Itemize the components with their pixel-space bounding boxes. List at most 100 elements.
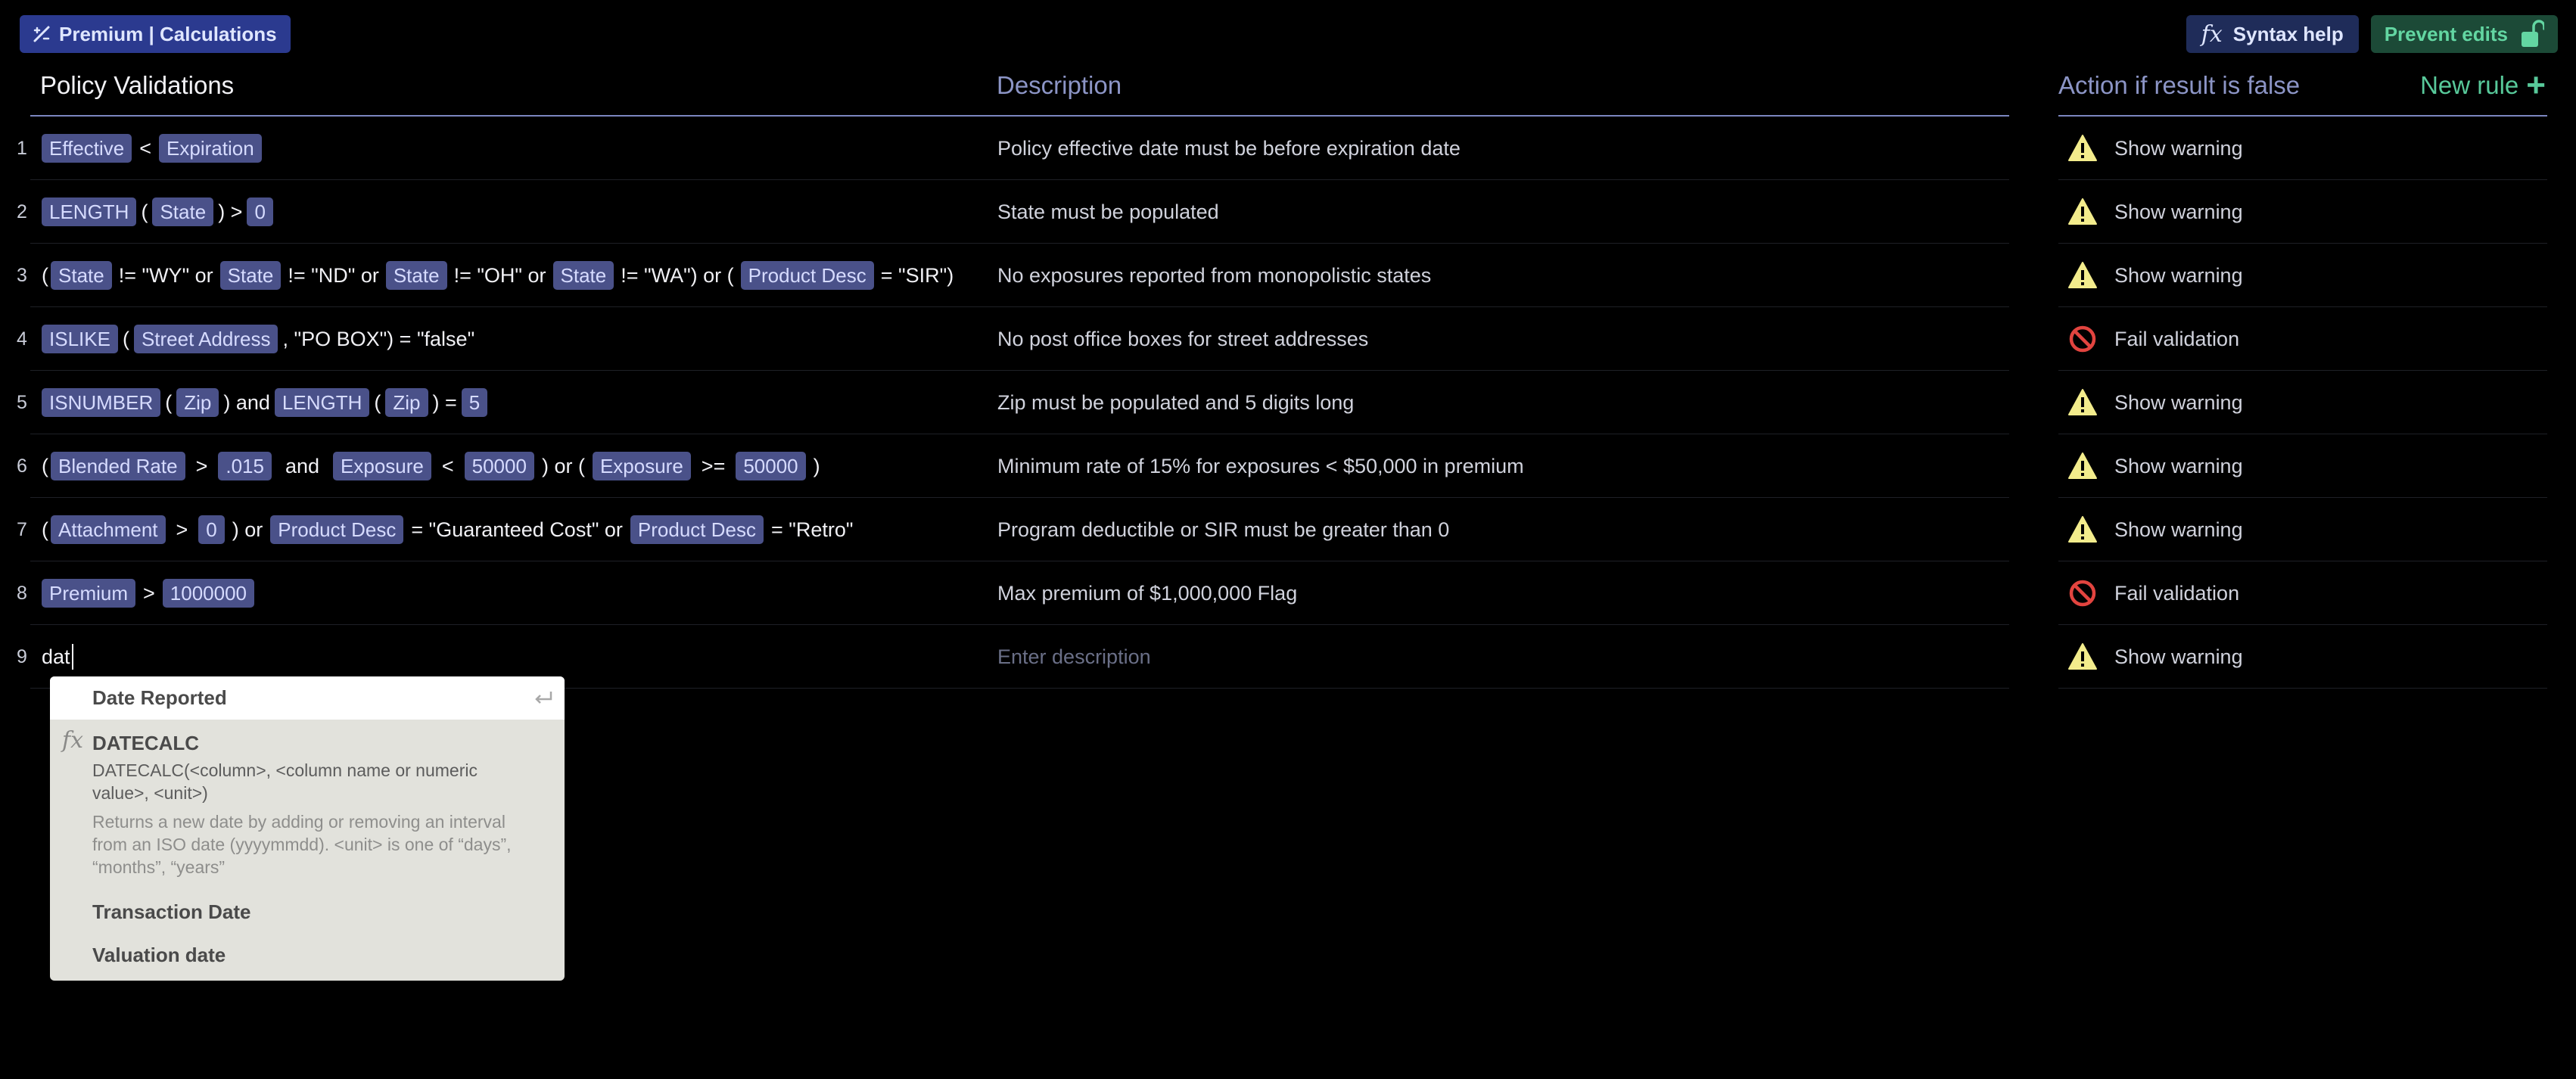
value-token[interactable]: 50000 <box>736 452 806 480</box>
prevent-edits-button[interactable]: Prevent edits <box>2370 15 2558 53</box>
rule-action[interactable]: Show warning <box>2067 117 2243 180</box>
function-icon: fx <box>2201 20 2223 48</box>
value-token[interactable]: 0 <box>198 515 225 544</box>
rule-description[interactable]: Program deductible or SIR must be greate… <box>997 498 1449 561</box>
column-token[interactable]: State <box>51 261 112 290</box>
rule-description[interactable]: No exposures reported from monopolistic … <box>997 244 1431 307</box>
operator-text: != "OH" or <box>453 263 546 287</box>
rule-action[interactable]: Show warning <box>2067 244 2243 307</box>
function-token[interactable]: LENGTH <box>42 197 137 226</box>
rule-description[interactable]: Minimum rate of 15% for exposures < $50,… <box>997 434 1524 498</box>
rule-expression[interactable]: Premium > 1000000 <box>42 561 255 625</box>
rule-expression[interactable]: Effective < Expiration <box>42 117 262 180</box>
operator-text: < <box>139 136 152 160</box>
warning-triangle-icon <box>2068 262 2097 288</box>
function-token[interactable]: ISNUMBER <box>42 388 161 417</box>
rule-expression[interactable]: ISNUMBER ( Zip ) and LENGTH ( Zip ) = 5 <box>42 371 488 434</box>
syntax-help-button[interactable]: fx Syntax help <box>2186 15 2359 53</box>
description-input[interactable]: Enter description <box>997 625 1151 689</box>
rule-action[interactable]: Show warning <box>2067 434 2243 498</box>
column-token[interactable]: Premium <box>42 579 136 608</box>
action-label: Show warning <box>2114 645 2243 668</box>
column-token[interactable]: Product Desc <box>740 261 874 290</box>
row-number: 5 <box>17 392 27 413</box>
rule-action[interactable]: Fail validation <box>2067 307 2239 371</box>
rule-expression[interactable]: ( Attachment > 0 ) or Product Desc = "Gu… <box>42 498 853 561</box>
rule-action[interactable]: Show warning <box>2067 180 2243 244</box>
column-token[interactable]: Exposure <box>592 452 691 480</box>
operator-text: = "Guaranteed Cost" or <box>411 518 623 541</box>
rule-row: 8 Premium > 1000000 Max premium of $1,00… <box>0 561 2576 625</box>
expression-input[interactable]: dat <box>42 644 73 670</box>
operator-text: ( <box>141 200 148 223</box>
operator-text: != "WY" or <box>118 263 213 287</box>
value-token[interactable]: 0 <box>247 197 273 226</box>
rule-action[interactable]: Show warning <box>2067 498 2243 561</box>
new-rule-button[interactable]: New rule + <box>2420 67 2546 104</box>
rule-row: 3 ( State != "WY" or State != "ND" or St… <box>0 244 2576 307</box>
row-number: 7 <box>17 519 27 540</box>
column-token[interactable]: Effective <box>42 134 132 163</box>
warning-triangle-icon <box>2068 452 2097 479</box>
autocomplete-item[interactable]: Transaction Date <box>50 891 565 934</box>
prevent-edits-label: Prevent edits <box>2384 22 2508 45</box>
function-token[interactable]: LENGTH <box>274 388 370 417</box>
column-token[interactable]: Zip <box>385 388 428 417</box>
rule-expression[interactable]: ( Blended Rate > .015 and Exposure < 500… <box>42 434 820 498</box>
rule-description[interactable]: Policy effective date must be before exp… <box>997 117 1461 180</box>
column-token[interactable]: State <box>219 261 282 290</box>
operator-text: ) <box>813 454 820 477</box>
column-token[interactable]: Attachment <box>51 515 166 544</box>
operator-text: ( <box>42 518 48 541</box>
rule-description[interactable]: State must be populated <box>997 180 1219 244</box>
column-token[interactable]: State <box>385 261 447 290</box>
rule-description[interactable]: Zip must be populated and 5 digits long <box>997 371 1354 434</box>
rule-expression[interactable]: ISLIKE ( Street Address , "PO BOX") = "f… <box>42 307 474 371</box>
operator-text: ) or <box>232 518 263 541</box>
row-number: 3 <box>17 265 27 286</box>
warning-triangle-icon <box>2068 389 2097 415</box>
prohibited-icon <box>2069 325 2096 353</box>
action-label: Show warning <box>2114 136 2243 160</box>
column-token[interactable]: Product Desc <box>270 515 404 544</box>
column-token[interactable]: Blended Rate <box>51 452 185 480</box>
description-header: Description <box>997 71 1122 99</box>
rule-expression[interactable]: LENGTH ( State ) > 0 <box>42 180 273 244</box>
operator-text: ( <box>374 390 381 414</box>
value-token[interactable]: .015 <box>218 452 272 480</box>
typed-text: dat <box>42 645 70 668</box>
value-token[interactable]: 1000000 <box>162 579 255 608</box>
rule-description[interactable]: No post office boxes for street addresse… <box>997 307 1368 371</box>
column-token[interactable]: State <box>152 197 214 226</box>
operator-text: ) and <box>223 390 270 414</box>
column-token[interactable]: Exposure <box>333 452 431 480</box>
rule-description[interactable]: Max premium of $1,000,000 Flag <box>997 561 1297 625</box>
operator-text: ( <box>42 454 48 477</box>
autocomplete-item-label: Valuation date <box>92 944 226 966</box>
column-token[interactable]: Zip <box>176 388 219 417</box>
column-token[interactable]: Expiration <box>159 134 262 163</box>
rule-expression[interactable]: ( State != "WY" or State != "ND" or Stat… <box>42 244 954 307</box>
function-description: Returns a new date by adding or removing… <box>92 812 512 877</box>
autocomplete-function-item[interactable]: fx DATECALC DATECALC(<column>, <column n… <box>50 720 565 891</box>
rule-row: 4 ISLIKE ( Street Address , "PO BOX") = … <box>0 307 2576 371</box>
value-token[interactable]: 50000 <box>464 452 534 480</box>
autocomplete-item[interactable]: Date Reported <box>50 676 565 720</box>
rule-row: 6 ( Blended Rate > .015 and Exposure < 5… <box>0 434 2576 498</box>
rule-action[interactable]: Show warning <box>2067 371 2243 434</box>
operator-text: , "PO BOX") = "false" <box>282 327 475 350</box>
warning-triangle-icon <box>2068 516 2097 543</box>
breadcrumb-tag[interactable]: Premium | Calculations <box>20 15 291 53</box>
rule-row: 7 ( Attachment > 0 ) or Product Desc = "… <box>0 498 2576 561</box>
column-token[interactable]: Product Desc <box>630 515 764 544</box>
column-token[interactable]: State <box>552 261 614 290</box>
autocomplete-item[interactable]: Valuation date <box>50 934 565 977</box>
prohibited-icon <box>2069 580 2096 607</box>
column-token[interactable]: Street Address <box>133 325 278 353</box>
rule-action[interactable]: Show warning <box>2067 625 2243 689</box>
function-token[interactable]: ISLIKE <box>42 325 118 353</box>
row-number: 9 <box>17 646 27 667</box>
plus-icon: + <box>2526 67 2546 104</box>
value-token[interactable]: 5 <box>461 388 488 417</box>
rule-action[interactable]: Fail validation <box>2067 561 2239 625</box>
